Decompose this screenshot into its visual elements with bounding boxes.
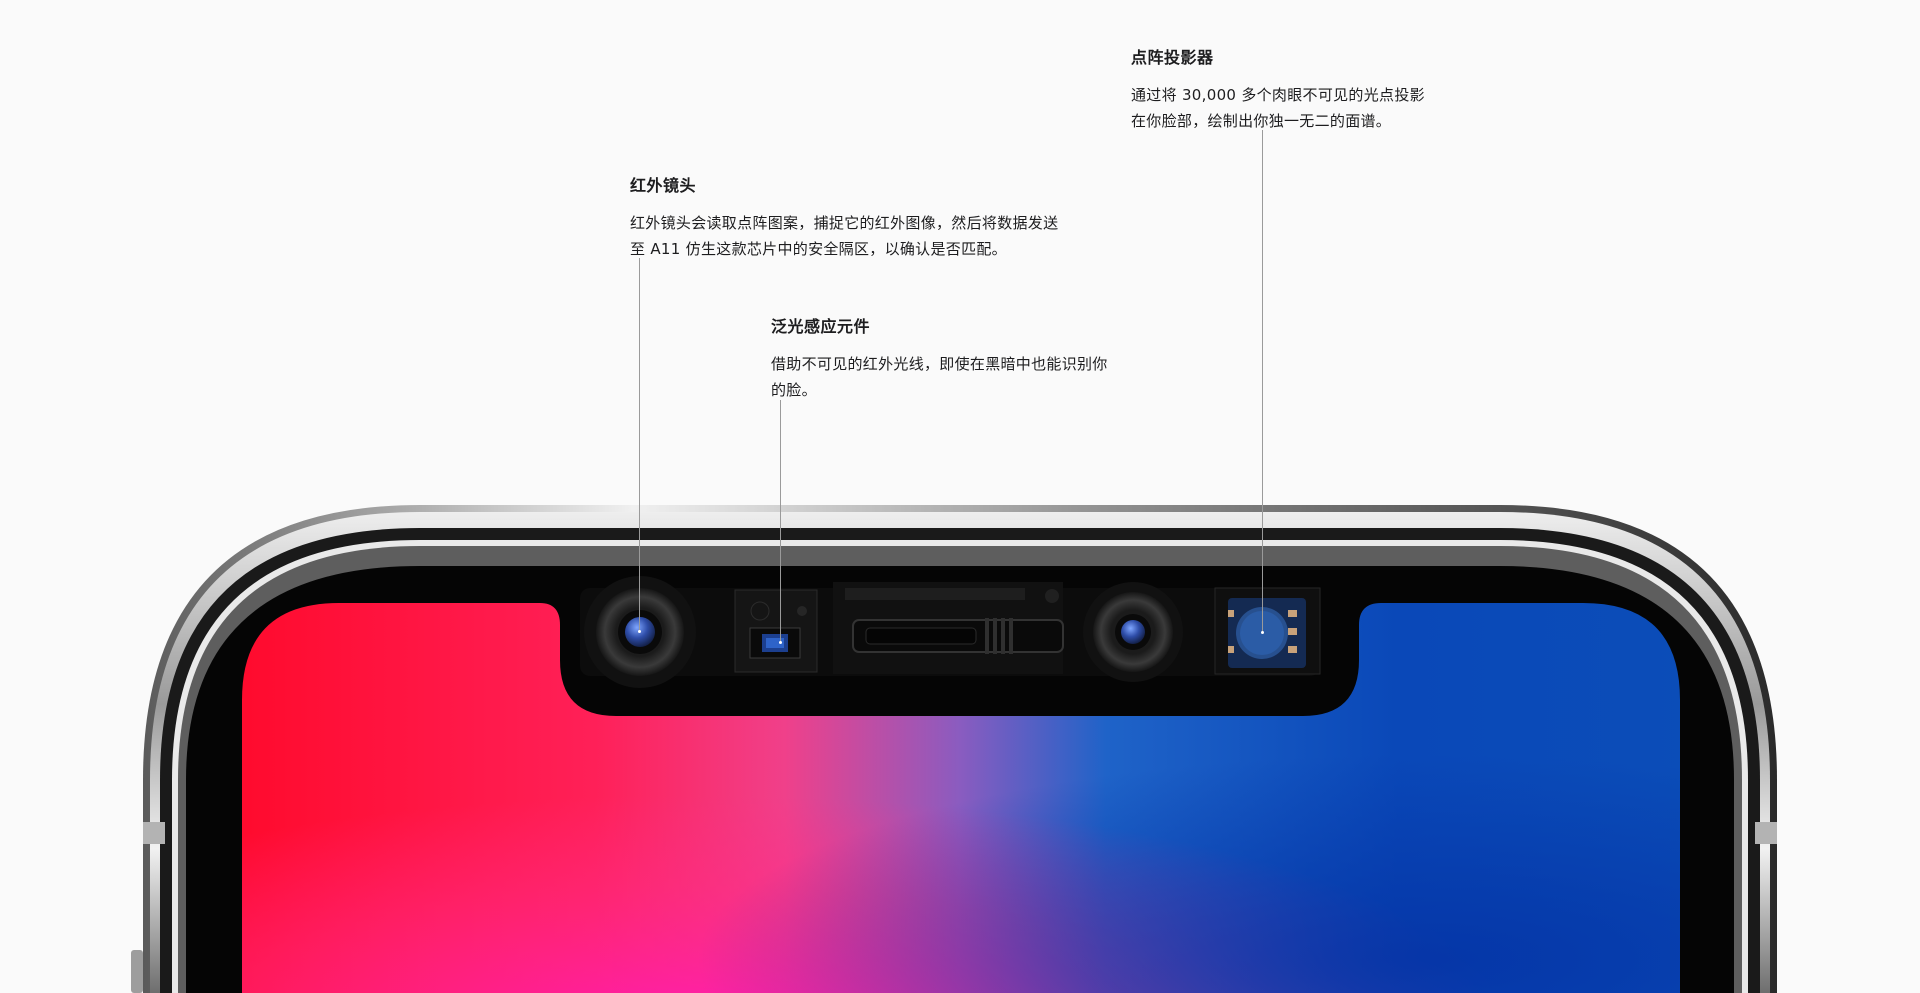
dot-projector-leader-dot xyxy=(1261,631,1264,634)
dot-projector-leader-line xyxy=(1262,130,1263,633)
infrared-camera-title: 红外镜头 xyxy=(630,176,697,195)
flood-illuminator-callout: 泛光感应元件 借助不可见的红外光线，即使在黑暗中也能识别你 的脸。 xyxy=(771,313,1191,403)
flood-illuminator-leader-dot xyxy=(779,641,782,644)
flood-illuminator-title: 泛光感应元件 xyxy=(771,317,871,336)
side-button-left xyxy=(131,950,143,993)
front-camera-icon xyxy=(1083,582,1183,682)
sensor-housing xyxy=(580,576,1321,688)
dot-projector-icon xyxy=(1214,587,1321,675)
dot-projector-description-line-1: 通过将 30,000 多个肉眼不可见的光点投影 xyxy=(1131,86,1425,104)
dot-projector-title: 点阵投影器 xyxy=(1131,48,1214,67)
speaker-grille-icon xyxy=(833,582,1064,674)
dot-projector-callout: 点阵投影器 通过将 30,000 多个肉眼不可见的光点投影 在你脸部，绘制出你独… xyxy=(1131,44,1551,134)
infrared-camera-description-line-2: 至 A11 仿生这款芯片中的安全隔区，以确认是否匹配。 xyxy=(630,240,1007,258)
infrared-camera-leader-line xyxy=(639,258,640,632)
infrared-camera-description-line-1: 红外镜头会读取点阵图案，捕捉它的红外图像，然后将数据发送 xyxy=(630,214,1059,232)
flood-illuminator-description-line-2: 的脸。 xyxy=(771,381,817,399)
infrared-camera-description: 红外镜头会读取点阵图案，捕捉它的红外图像，然后将数据发送 至 A11 仿生这款芯… xyxy=(630,210,1090,262)
flood-illuminator-icon xyxy=(734,589,818,673)
dot-projector-description: 通过将 30,000 多个肉眼不可见的光点投影 在你脸部，绘制出你独一无二的面谱… xyxy=(1131,82,1551,134)
side-antenna-band-left xyxy=(143,822,165,844)
side-antenna-band-right xyxy=(1755,822,1777,844)
flood-illuminator-description-line-1: 借助不可见的红外光线，即使在黑暗中也能识别你 xyxy=(771,355,1108,373)
face-id-diagram: 点阵投影器 通过将 30,000 多个肉眼不可见的光点投影 在你脸部，绘制出你独… xyxy=(0,0,1920,993)
flood-illuminator-leader-line xyxy=(780,400,781,643)
infrared-camera-callout: 红外镜头 红外镜头会读取点阵图案，捕捉它的红外图像，然后将数据发送 至 A11 … xyxy=(630,172,1090,262)
flood-illuminator-description: 借助不可见的红外光线，即使在黑暗中也能识别你 的脸。 xyxy=(771,351,1191,403)
infrared-camera-leader-dot xyxy=(638,630,641,633)
dot-projector-description-line-2: 在你脸部，绘制出你独一无二的面谱。 xyxy=(1131,112,1392,130)
iphone-x-top-illustration xyxy=(131,505,1777,993)
